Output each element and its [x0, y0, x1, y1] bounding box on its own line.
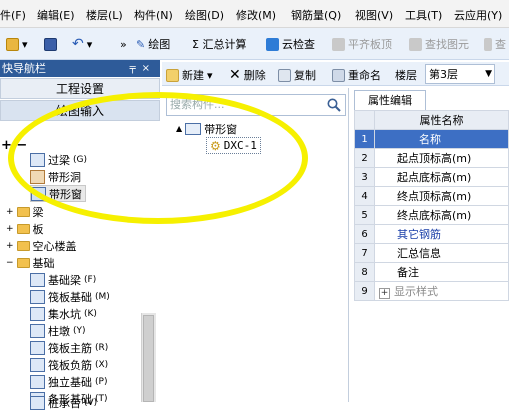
main-toolbar: ▾ ↶ ▾ » ✎ 绘图 Σ 汇总计算 云检查 平齐板顶 查找图元 查	[0, 28, 509, 60]
strip-window-icon	[185, 122, 202, 135]
more-button[interactable]: 查	[484, 34, 506, 54]
table-row[interactable]: 7 汇总信息	[354, 243, 509, 263]
nav-item-lintel[interactable]: 过梁 (G)	[30, 151, 87, 168]
menu-component[interactable]: 构件(N)	[134, 7, 173, 23]
save-icon	[44, 37, 57, 51]
nav-item-strip-hole[interactable]: 带形洞	[30, 168, 81, 185]
toolbar-overflow[interactable]: »	[120, 34, 127, 54]
pen-icon: ✎	[136, 37, 146, 51]
menu-view[interactable]: 视图(V)	[355, 7, 393, 23]
cloud-check-button[interactable]: 云检查	[266, 34, 315, 54]
floor-label: 楼层	[395, 69, 417, 82]
menu-modify[interactable]: 修改(M)	[236, 7, 276, 23]
undo-icon: ↶	[72, 36, 84, 52]
folder-open-icon	[16, 257, 30, 268]
tab-project-settings[interactable]: 工程设置	[0, 78, 160, 99]
find-element-button[interactable]: 查找图元	[409, 34, 469, 54]
property-table: 属性名称 1 名称 2 起点顶标高(m) 3 起点底标高(m) 4 终点顶标高(m) 5…	[354, 110, 509, 301]
nav-item-raft-neg-rebar[interactable]: 筏板负筋 (X)	[30, 356, 108, 373]
delete-icon: ✕	[229, 67, 241, 83]
component-toolbar: 新建 ▾ ✕ 删除 复制 重命名 楼层 第3层 ▼	[162, 62, 509, 86]
folder-icon	[16, 223, 30, 234]
copy-icon	[278, 68, 291, 82]
nav-item-pier[interactable]: 柱墩 (Y)	[30, 322, 86, 339]
tree-item-dxc1[interactable]: ⚙ DXC-1	[206, 137, 261, 154]
lintel-icon	[30, 152, 45, 167]
menu-edit[interactable]: 编辑(E)	[37, 7, 75, 23]
nav-item-slab[interactable]: + 板	[6, 220, 44, 237]
nav-item-foundation[interactable]: − 基础	[6, 254, 55, 271]
find-icon	[409, 37, 422, 51]
folder-icon	[16, 206, 30, 217]
menu-cloud[interactable]: 云应用(Y)	[454, 7, 502, 23]
raft-main-rebar-icon	[30, 340, 45, 355]
floor-select[interactable]: 第3层 ▼	[425, 64, 495, 84]
foundation-beam-icon	[30, 272, 45, 287]
nav-tree: + − 过梁 (G) 带形洞 带形窗 + 梁 + 板 + 空心楼盖 − 基础 基础…	[0, 123, 160, 406]
menu-floor[interactable]: 楼层(L)	[86, 7, 123, 23]
gear-icon: ⚙	[210, 138, 221, 153]
nav-item-raft-foundation[interactable]: 筏板基础 (M)	[30, 288, 110, 305]
cloud-check-icon	[266, 37, 279, 51]
menu-rebar[interactable]: 钢筋量(Q)	[291, 7, 341, 23]
folder-icon	[16, 240, 30, 251]
chevron-down-icon: ▼	[485, 69, 492, 79]
table-row[interactable]: 8 备注	[354, 262, 509, 282]
nav-item-isolated-footing[interactable]: 独立基础 (P)	[30, 373, 107, 390]
nav-item-beam[interactable]: + 梁	[6, 203, 44, 220]
collapse-all-icon[interactable]: + −	[1, 137, 27, 154]
sump-pit-icon	[30, 306, 45, 321]
table-row[interactable]: 4 终点顶标高(m)	[354, 186, 509, 206]
menu-tools[interactable]: 工具(T)	[405, 7, 442, 23]
table-row[interactable]: 1 名称	[354, 129, 509, 149]
delete-button[interactable]: ✕ 删除	[229, 65, 266, 85]
nav-scroll-thumb[interactable]	[143, 315, 154, 402]
tree-root[interactable]: ▲ 带形窗	[176, 120, 237, 137]
open-button[interactable]: ▾	[6, 34, 28, 54]
nav-item-strip-window[interactable]: 带形窗	[30, 185, 86, 202]
nav-item-raft-main-rebar[interactable]: 筏板主筋 (R)	[30, 339, 108, 356]
copy-button[interactable]: 复制	[278, 65, 316, 85]
pile-cap-icon	[30, 395, 45, 410]
menu-file[interactable]: 件(F)	[0, 7, 26, 23]
table-row[interactable]: 5 终点底标高(m)	[354, 205, 509, 225]
flush-slab-button[interactable]: 平齐板顶	[332, 34, 392, 54]
more-icon	[484, 37, 492, 51]
draw-button[interactable]: ✎ 绘图	[136, 34, 170, 54]
isolated-footing-icon	[30, 374, 45, 389]
search-input[interactable]: 搜索构件...	[166, 94, 346, 116]
table-row[interactable]: 3 起点底标高(m)	[354, 167, 509, 187]
sum-calc-button[interactable]: Σ 汇总计算	[192, 34, 246, 54]
table-row[interactable]: 6 其它钢筋	[354, 224, 509, 244]
folder-open-icon	[6, 37, 19, 51]
search-icon[interactable]	[326, 97, 342, 113]
new-icon	[166, 68, 179, 82]
save-button[interactable]	[44, 34, 57, 54]
tab-draw-input[interactable]: 绘图输入	[0, 100, 160, 121]
strip-hole-icon	[30, 169, 45, 184]
strip-window-icon	[31, 186, 46, 201]
table-row[interactable]: 2 起点顶标高(m)	[354, 148, 509, 168]
rename-icon	[332, 68, 345, 82]
expand-icon[interactable]: +	[379, 288, 390, 299]
nav-panel-header: 快导航栏 ╤×	[0, 60, 160, 77]
property-name-header: 属性名称	[374, 110, 509, 130]
raft-neg-rebar-icon	[30, 357, 45, 372]
menu-bar: 件(F) 编辑(E) 楼层(L) 构件(N) 绘图(D) 修改(M) 钢筋量(Q…	[0, 0, 509, 28]
slab-icon	[332, 37, 345, 51]
table-row[interactable]: 9 + 显示样式	[354, 281, 509, 301]
undo-button[interactable]: ↶ ▾	[72, 34, 92, 54]
raft-foundation-icon	[30, 289, 45, 304]
pier-icon	[30, 323, 45, 338]
menu-draw[interactable]: 绘图(D)	[185, 7, 224, 23]
new-button[interactable]: 新建 ▾	[166, 65, 213, 85]
nav-panel-buttons[interactable]: ╤×	[130, 60, 156, 77]
nav-item-sump-pit[interactable]: 集水坑 (K)	[30, 305, 97, 322]
tab-property-edit[interactable]: 属性编辑	[354, 90, 426, 110]
nav-item-foundation-beam[interactable]: 基础梁 (F)	[30, 271, 96, 288]
nav-item-pile-cap[interactable]: 桩承台 (V)	[30, 394, 97, 411]
rename-button[interactable]: 重命名	[332, 65, 381, 85]
nav-item-hollow-floor[interactable]: + 空心楼盖	[6, 237, 77, 254]
